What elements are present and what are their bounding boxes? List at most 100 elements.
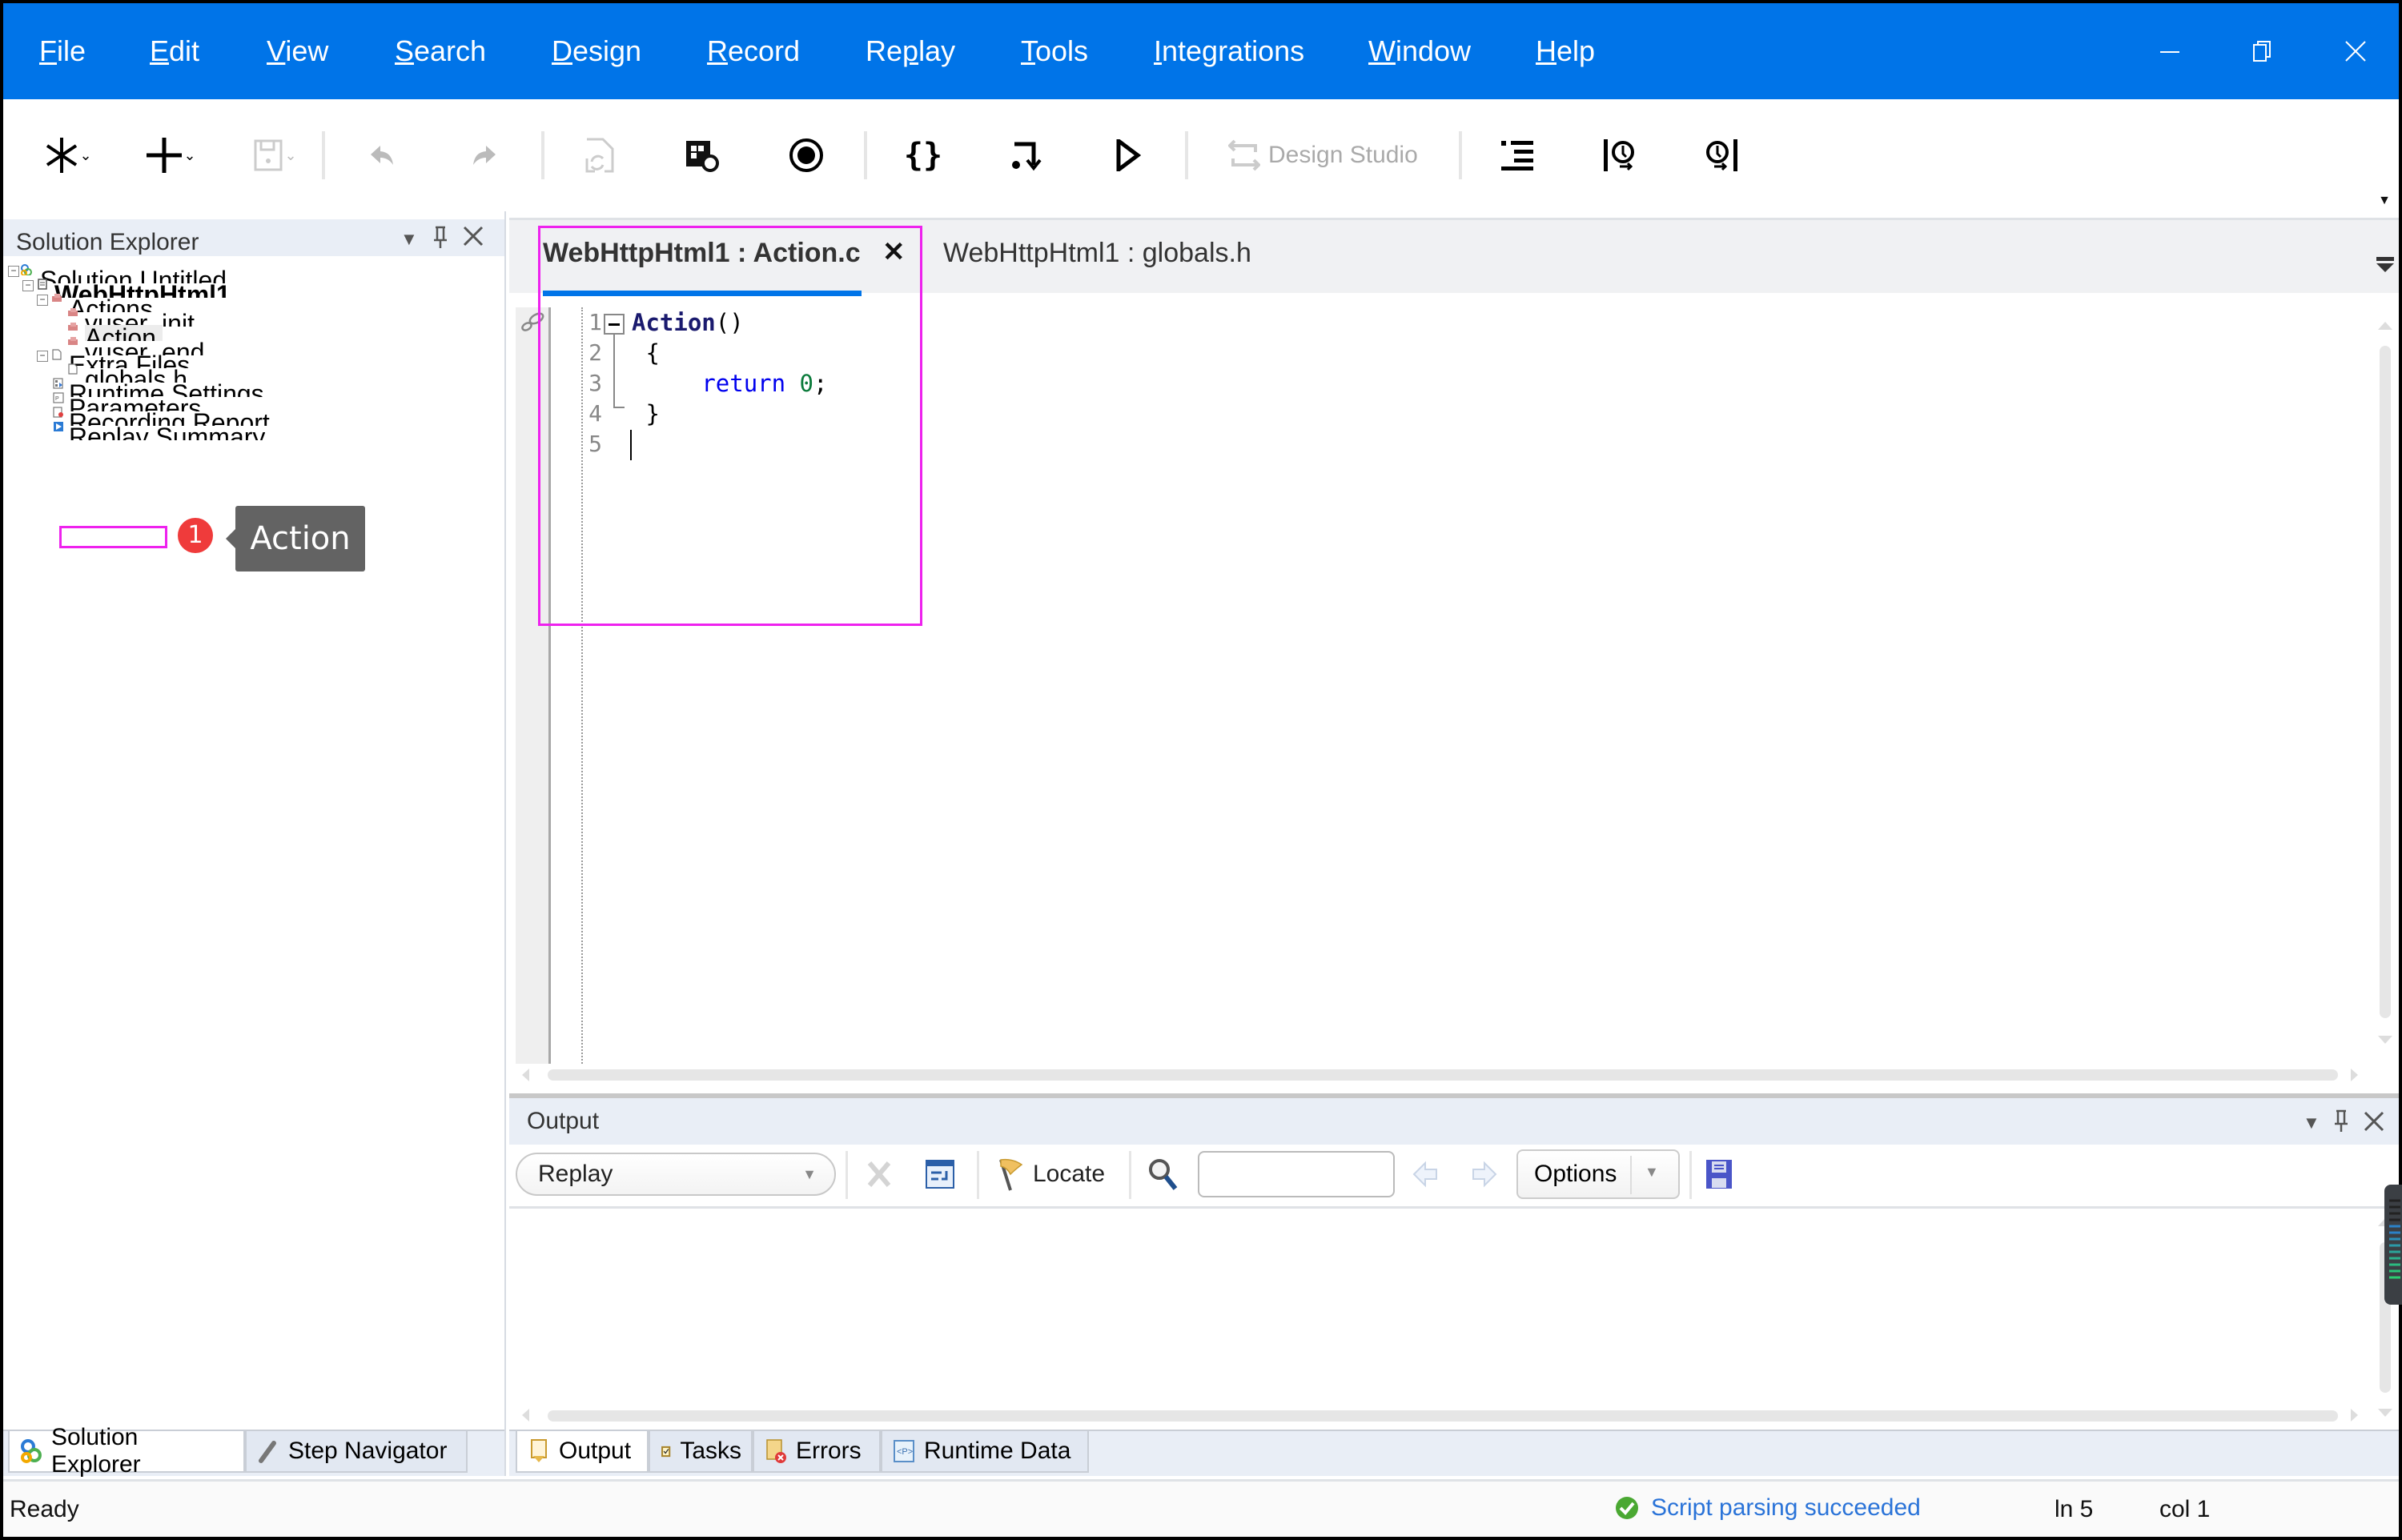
tree-item-runtime-settings[interactable]: Runtime Settings: [69, 381, 264, 397]
run-to-start-button[interactable]: [1600, 133, 1640, 178]
outline-button[interactable]: [1497, 133, 1537, 178]
close-pane-icon[interactable]: [463, 226, 484, 252]
collapse-icon[interactable]: −: [37, 295, 48, 306]
pin-icon[interactable]: [2333, 1109, 2349, 1139]
undo-icon: [371, 146, 393, 165]
toolbar-separator: [864, 131, 867, 179]
scroll-up-icon[interactable]: [2378, 322, 2392, 330]
locate-button[interactable]: Locate: [994, 1153, 1105, 1196]
pin-icon[interactable]: [432, 226, 448, 255]
menu-record[interactable]: Record: [707, 34, 800, 69]
output-search-input[interactable]: [1198, 1151, 1395, 1197]
redo-button[interactable]: [464, 133, 504, 178]
menu-search[interactable]: Search: [395, 34, 486, 69]
menu-tools[interactable]: Tools: [1021, 34, 1088, 69]
parameters-icon: P: [53, 392, 64, 403]
restore-icon: [2253, 41, 2271, 62]
play-icon: [1116, 139, 1141, 171]
chevron-down-icon[interactable]: ▼: [1645, 1164, 1659, 1181]
tab-solution-explorer[interactable]: Solution Explorer: [8, 1424, 245, 1478]
scroll-left-icon[interactable]: [522, 1409, 529, 1422]
restore-button[interactable]: [2239, 27, 2287, 75]
collapse-icon[interactable]: −: [8, 266, 19, 277]
tree-item-solution[interactable]: Solution Untitled: [40, 267, 227, 283]
minimize-button[interactable]: [2146, 27, 2194, 75]
toolbar: ⌄ ⌄ ⌄ {} Design Studio ▼: [3, 99, 2399, 211]
menu-file[interactable]: File: [39, 34, 86, 69]
close-window-button[interactable]: [2332, 27, 2380, 75]
solution-tree: − Solution Untitled − WebHttpHtml1 − Act…: [3, 256, 504, 440]
tree-item-action[interactable]: Action: [85, 325, 163, 341]
flag-icon: [999, 1158, 1023, 1191]
menu-help[interactable]: Help: [1536, 34, 1595, 69]
tree-item-actions[interactable]: Actions: [69, 296, 153, 312]
search-button[interactable]: [1147, 1153, 1179, 1196]
pane-menu-icon[interactable]: ▼: [400, 229, 418, 250]
collapse-icon[interactable]: −: [37, 351, 48, 362]
record-button[interactable]: [786, 133, 826, 178]
add-button[interactable]: ⌄: [139, 133, 203, 178]
editor-vertical-scrollbar[interactable]: [2380, 346, 2391, 1018]
output-toolbar: Replay ▼ Locate Options ▼: [509, 1145, 2399, 1209]
tab-globals-h[interactable]: WebHttpHtml1 : globals.h: [943, 238, 1251, 269]
output-horizontal-scrollbar[interactable]: [548, 1410, 2338, 1422]
tree-item-extra-files[interactable]: Extra Files: [69, 352, 190, 368]
new-solution-button[interactable]: ⌄: [37, 133, 101, 178]
find-next-button[interactable]: [1472, 1153, 1497, 1196]
tree-item-vuser-init[interactable]: vuser_init: [85, 311, 195, 327]
editor-horizontal-scrollbar[interactable]: [548, 1069, 2338, 1081]
output-panel-tabs: Output Tasks Errors <P> Runtime Data: [509, 1430, 2399, 1476]
tab-runtime-data[interactable]: <P> Runtime Data: [881, 1431, 1089, 1473]
scroll-left-icon[interactable]: [522, 1069, 529, 1081]
action-icon: [68, 323, 78, 331]
tab-tasks[interactable]: Tasks: [649, 1431, 753, 1473]
toolbar-separator: [977, 1151, 979, 1199]
extra-files-icon: [52, 349, 62, 360]
panel-title: Solution Explorer: [16, 229, 199, 255]
tree-item-globals[interactable]: globals.h: [85, 367, 187, 383]
menu-integrations[interactable]: Integrations: [1154, 34, 1304, 69]
save-output-button[interactable]: [1705, 1153, 1733, 1196]
menu-design[interactable]: Design: [552, 34, 641, 69]
insert-function-button[interactable]: {}: [903, 133, 943, 178]
parse-status[interactable]: Script parsing succeeded: [1614, 1494, 1921, 1522]
tree-item-script[interactable]: WebHttpHtml1: [54, 282, 231, 298]
find-previous-button[interactable]: [1412, 1153, 1438, 1196]
run-to-end-button[interactable]: [1702, 133, 1742, 178]
menu-replay[interactable]: Replay: [866, 34, 955, 69]
design-studio-button[interactable]: Design Studio: [1228, 133, 1418, 178]
clear-icon: [867, 1161, 891, 1187]
tree-item-parameters[interactable]: Parameters: [69, 395, 201, 411]
save-button[interactable]: ⌄: [243, 133, 307, 178]
close-pane-icon[interactable]: [2364, 1111, 2384, 1137]
output-source-select[interactable]: Replay ▼: [516, 1153, 836, 1196]
clear-output-button[interactable]: [866, 1153, 892, 1196]
solution-panel-tabs: Solution Explorer Step Navigator: [3, 1424, 504, 1478]
undo-button[interactable]: [362, 133, 402, 178]
menu-view[interactable]: View: [267, 34, 328, 69]
step-button[interactable]: [1006, 133, 1046, 178]
chevron-down-icon: ▼: [802, 1166, 817, 1182]
tree-item-recording-report[interactable]: Recording Report: [69, 410, 270, 426]
regenerate-button[interactable]: [580, 133, 620, 178]
record-icon: [789, 138, 823, 172]
tab-errors[interactable]: Errors: [753, 1431, 881, 1473]
record-settings-button[interactable]: [682, 133, 722, 178]
tab-overflow-icon[interactable]: [2376, 255, 2394, 273]
word-wrap-button[interactable]: [926, 1153, 954, 1196]
options-button[interactable]: Options ▼: [1516, 1149, 1680, 1199]
runtime-data-icon: <P>: [894, 1440, 914, 1462]
run-button[interactable]: [1108, 133, 1148, 178]
menu-window[interactable]: Window: [1368, 34, 1471, 69]
toolbar-overflow-icon[interactable]: ▼: [2378, 194, 2391, 208]
pane-menu-icon[interactable]: ▼: [2303, 1113, 2320, 1133]
tab-step-navigator[interactable]: Step Navigator: [245, 1431, 468, 1473]
menu-edit[interactable]: Edit: [150, 34, 199, 69]
scroll-right-icon[interactable]: [2351, 1069, 2358, 1081]
tab-output[interactable]: Output: [516, 1431, 649, 1473]
scroll-right-icon[interactable]: [2351, 1409, 2358, 1422]
scroll-down-icon[interactable]: [2378, 1036, 2392, 1044]
collapse-icon[interactable]: −: [22, 280, 34, 291]
tree-item-replay-summary[interactable]: Replay Summary: [69, 424, 265, 440]
scroll-down-icon[interactable]: [2378, 1409, 2392, 1417]
